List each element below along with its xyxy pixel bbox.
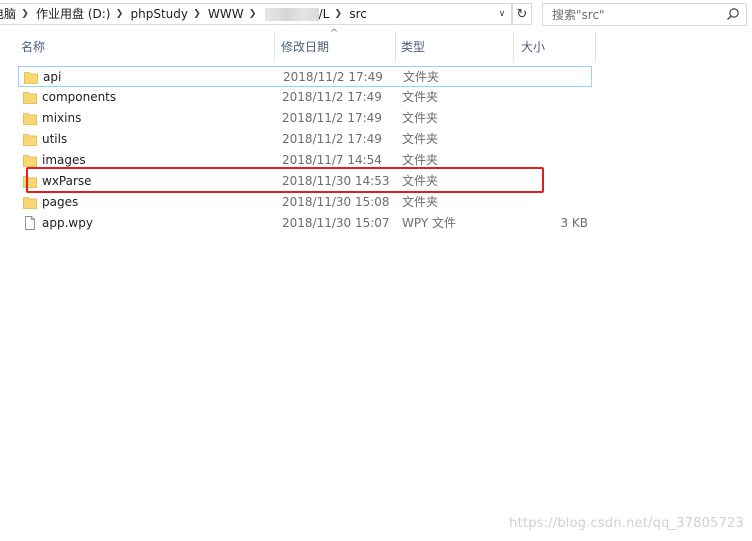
address-row: 电脑 ❯ 作业用盘 (D:) ❯ phpStudy ❯ WWW ❯ /L ❯ s… — [0, 0, 752, 30]
list-item[interactable]: app.wpy 2018/11/30 15:07 WPY 文件 3 KB — [18, 213, 592, 234]
redacted-folder-name — [264, 7, 319, 21]
file-explorer-window: 电脑 ❯ 作业用盘 (D:) ❯ phpStudy ❯ WWW ❯ /L ❯ s… — [0, 0, 752, 541]
list-item[interactable]: pages 2018/11/30 15:08 文件夹 — [18, 192, 592, 213]
file-name: app.wpy — [42, 216, 93, 230]
chevron-right-icon[interactable]: ❯ — [191, 4, 203, 24]
list-item[interactable]: wxParse 2018/11/30 14:53 文件夹 — [18, 171, 592, 192]
folder-icon — [23, 113, 37, 125]
file-size — [518, 171, 588, 192]
file-type: 文件夹 — [402, 195, 439, 209]
folder-icon — [23, 197, 37, 209]
file-type: 文件夹 — [402, 111, 439, 125]
list-item[interactable]: images 2018/11/7 14:54 文件夹 — [18, 150, 592, 171]
file-icon — [25, 216, 35, 230]
file-date: 2018/11/30 15:08 — [282, 195, 390, 209]
file-name: images — [42, 153, 86, 167]
file-type: 文件夹 — [402, 174, 439, 188]
address-dropdown-button[interactable]: ∨ — [493, 3, 511, 25]
file-type: 文件夹 — [402, 153, 439, 167]
file-size — [518, 129, 588, 150]
file-size — [518, 108, 588, 129]
file-type: 文件夹 — [402, 132, 439, 146]
column-header-name[interactable]: 名称 — [16, 31, 275, 62]
list-item[interactable]: components 2018/11/2 17:49 文件夹 — [18, 87, 592, 108]
file-name: pages — [42, 195, 79, 209]
breadcrumb-computer[interactable]: 电脑 — [0, 4, 19, 24]
search-input[interactable]: 搜索"src" — [542, 3, 747, 26]
folder-icon — [23, 134, 37, 146]
address-bar[interactable]: 电脑 ❯ 作业用盘 (D:) ❯ phpStudy ❯ WWW ❯ /L ❯ s… — [0, 3, 512, 25]
search-icon[interactable] — [726, 7, 740, 21]
column-header-type[interactable]: 类型 — [396, 31, 514, 62]
chevron-right-icon[interactable]: ❯ — [113, 4, 125, 24]
file-size: 3 KB — [560, 216, 588, 230]
file-size — [519, 67, 589, 88]
breadcrumb-drive[interactable]: 作业用盘 (D:) — [31, 4, 113, 24]
file-size — [518, 150, 588, 171]
search-placeholder: 搜索"src" — [552, 8, 605, 22]
file-name: utils — [42, 132, 68, 146]
file-name: wxParse — [42, 174, 92, 188]
refresh-icon: ↻ — [516, 6, 528, 22]
watermark-text: https://blog.csdn.net/qq_37805723 — [509, 516, 744, 531]
list-item[interactable]: api 2018/11/2 17:49 文件夹 — [18, 66, 592, 87]
file-size — [518, 87, 588, 108]
chevron-right-icon[interactable]: ❯ — [332, 4, 344, 24]
sort-ascending-icon: ^ — [330, 28, 339, 39]
folder-icon — [23, 155, 37, 167]
file-size — [518, 192, 588, 213]
folder-icon — [23, 92, 37, 104]
column-header-size[interactable]: 大小 — [516, 31, 596, 62]
file-date: 2018/11/30 14:53 — [282, 174, 390, 188]
chevron-down-icon: ∨ — [498, 9, 506, 19]
file-type: 文件夹 — [403, 70, 440, 84]
breadcrumb-www[interactable]: WWW — [203, 4, 247, 24]
breadcrumb-phpstudy[interactable]: phpStudy — [125, 4, 191, 24]
breadcrumb-src[interactable]: src — [344, 4, 370, 24]
list-item[interactable]: mixins 2018/11/2 17:49 文件夹 — [18, 108, 592, 129]
folder-icon — [24, 72, 38, 84]
file-date: 2018/11/2 17:49 — [282, 111, 382, 125]
refresh-button[interactable]: ↻ — [512, 3, 532, 25]
chevron-right-icon[interactable]: ❯ — [19, 4, 31, 24]
folder-icon — [23, 176, 37, 188]
file-date: 2018/11/7 14:54 — [282, 153, 382, 167]
file-type: WPY 文件 — [402, 216, 456, 230]
file-date: 2018/11/30 15:07 — [282, 216, 390, 230]
file-date: 2018/11/2 17:49 — [282, 90, 382, 104]
breadcrumb-project[interactable]: /L — [319, 4, 333, 24]
file-date: 2018/11/2 17:49 — [282, 132, 382, 146]
file-name: mixins — [42, 111, 82, 125]
file-name: api — [43, 70, 62, 84]
file-name: components — [42, 90, 117, 104]
file-type: 文件夹 — [402, 90, 439, 104]
file-date: 2018/11/2 17:49 — [283, 70, 383, 84]
chevron-right-icon[interactable]: ❯ — [247, 4, 259, 24]
list-item[interactable]: utils 2018/11/2 17:49 文件夹 — [18, 129, 592, 150]
